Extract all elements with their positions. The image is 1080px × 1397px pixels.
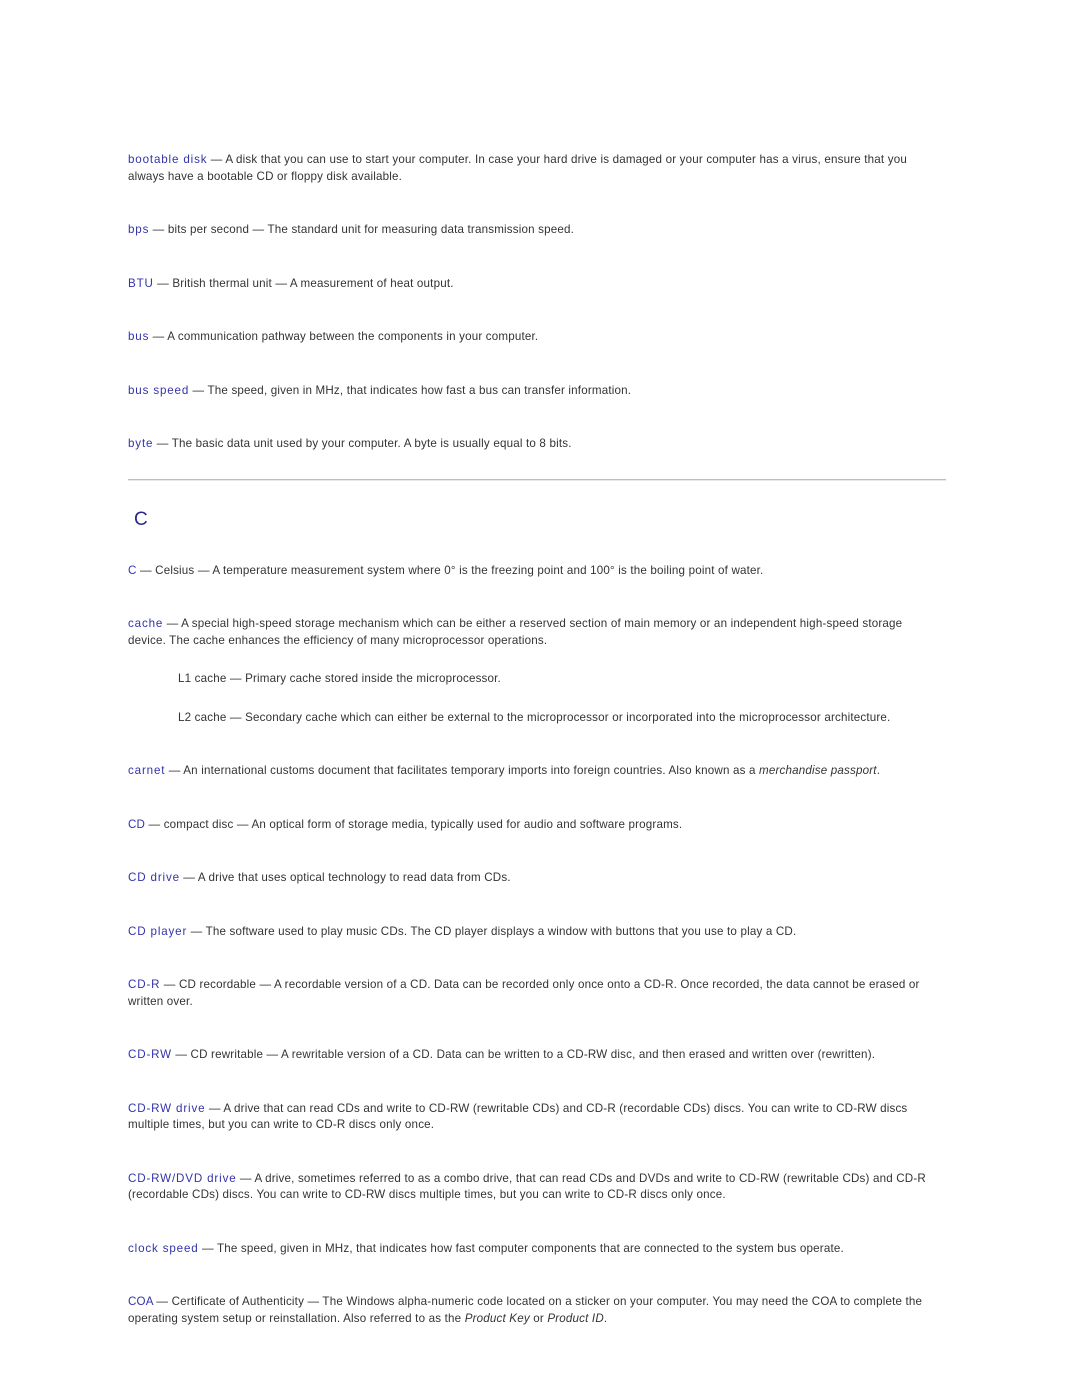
glossary-definition: The software used to play music CDs. The… — [205, 924, 797, 938]
glossary-term: carnet — [128, 764, 166, 777]
glossary-dash: — — [207, 153, 226, 166]
glossary-term: CD-RW/DVD drive — [128, 1171, 237, 1185]
glossary-definition-tail: . — [876, 764, 881, 777]
glossary-entry-bus: bus — A communication pathway between th… — [128, 329, 932, 346]
glossary-dash: — — [205, 1101, 224, 1115]
glossary-sub-entry-l2-cache: L2 cache — Secondary cache which can eit… — [178, 710, 891, 724]
glossary-dash: — — [187, 924, 206, 938]
glossary-term: CD-RW drive — [128, 1101, 206, 1115]
glossary-term: clock speed — [128, 1241, 199, 1255]
glossary-entry-cache: cache — A special high-speed storage mec… — [128, 616, 932, 649]
glossary-definition: compact disc — An optical form of storag… — [163, 817, 683, 831]
glossary-term: CD-RW — [128, 1048, 172, 1061]
glossary-term: CD drive — [128, 871, 180, 884]
glossary-italic-phrase: merchandise passport — [759, 764, 877, 777]
glossary-dash: — — [149, 330, 168, 343]
glossary-term: CD — [128, 817, 146, 831]
glossary-entry-cd-rw: CD-RW — CD rewritable — A rewritable ver… — [128, 1047, 932, 1064]
glossary-term: cache — [128, 617, 164, 630]
glossary-entry-btu: BTU — British thermal unit — A measureme… — [128, 276, 932, 293]
glossary-entry-celsius: C — Celsius — A temperature measurement … — [128, 563, 932, 580]
glossary-definition: bits per second — The standard unit for … — [167, 223, 575, 236]
glossary-term: C — [128, 563, 137, 577]
glossary-dash: — — [145, 817, 164, 831]
glossary-sub-entry-l1-cache: L1 cache — Primary cache stored inside t… — [178, 672, 501, 685]
glossary-definition: Celsius — A temperature measurement syst… — [155, 563, 764, 577]
glossary-dash: — — [179, 871, 198, 884]
glossary-dash: — — [153, 437, 172, 450]
glossary-dash: — — [136, 563, 156, 577]
glossary-term: bus speed — [128, 383, 190, 397]
glossary-definition-middle: or — [529, 1311, 548, 1325]
glossary-dash: — — [153, 276, 173, 290]
glossary-definition-tail: . — [603, 1311, 608, 1325]
glossary-dash: — — [189, 383, 208, 397]
glossary-term: COA — [128, 1295, 154, 1308]
glossary-entry-coa: COA — Certificate of Authenticity — The … — [128, 1294, 932, 1327]
glossary-entry-bootable-disk: bootable disk — A disk that you can use … — [128, 152, 932, 185]
glossary-definition: An international customs document that f… — [183, 764, 760, 777]
glossary-entry-byte: byte — The basic data unit used by your … — [128, 436, 932, 453]
glossary-italic-phrase-product-id: Product ID — [547, 1311, 604, 1325]
glossary-dash: — — [236, 1171, 255, 1185]
cache-sub-entries: L1 cache — Primary cache stored inside t… — [128, 671, 932, 726]
glossary-term: bps — [128, 223, 150, 236]
glossary-entry-bus-speed: bus speed — The speed, given in MHz, tha… — [128, 383, 932, 400]
glossary-term: byte — [128, 437, 154, 450]
glossary-term: bootable disk — [128, 153, 208, 166]
glossary-definition: British thermal unit — A measurement of … — [172, 276, 454, 290]
glossary-definition: CD rewritable — A rewritable version of … — [190, 1048, 876, 1061]
glossary-entry-bps: bps — bits per second — The standard uni… — [128, 222, 932, 239]
glossary-dash: — — [171, 1048, 191, 1061]
section-divider — [128, 478, 946, 481]
glossary-definition: The basic data unit used by your compute… — [171, 437, 572, 450]
glossary-entry-cd-drive: CD drive — A drive that uses optical tec… — [128, 870, 932, 887]
glossary-dash: — — [163, 617, 182, 630]
glossary-dash: — — [153, 1295, 172, 1308]
glossary-term: CD-R — [128, 978, 161, 991]
glossary-definition: The speed, given in MHz, that indicates … — [207, 383, 632, 397]
glossary-entry-cd: CD — compact disc — An optical form of s… — [128, 817, 932, 834]
glossary-definition: A drive that can read CDs and write to C… — [128, 1101, 908, 1132]
glossary-term: bus — [128, 330, 150, 343]
glossary-definition: A drive that uses optical technology to … — [197, 871, 511, 884]
glossary-term: BTU — [128, 276, 154, 290]
glossary-dash: — — [160, 978, 179, 991]
glossary-italic-phrase-product-key: Product Key — [464, 1311, 530, 1325]
glossary-definition: A communication pathway between the comp… — [167, 330, 539, 343]
glossary-dash: — — [198, 1241, 217, 1255]
glossary-entry-cd-rw-drive: CD-RW drive — A drive that can read CDs … — [128, 1101, 932, 1134]
glossary-content: bootable disk — A disk that you can use … — [128, 152, 946, 1327]
glossary-definition: A disk that you can use to start your co… — [128, 153, 907, 183]
section-heading-c: C — [134, 508, 149, 530]
glossary-entry-clock-speed: clock speed — The speed, given in MHz, t… — [128, 1241, 932, 1258]
glossary-definition: The speed, given in MHz, that indicates … — [216, 1241, 844, 1255]
glossary-entry-carnet: carnet — An international customs docume… — [128, 763, 932, 780]
glossary-entry-cd-r: CD-R — CD recordable — A recordable vers… — [128, 977, 932, 1010]
glossary-definition: CD recordable — A recordable version of … — [128, 978, 920, 1008]
glossary-term: CD player — [128, 924, 188, 938]
glossary-page: bootable disk — A disk that you can use … — [0, 0, 1080, 1397]
glossary-entry-cd-rw-dvd-drive: CD-RW/DVD drive — A drive, sometimes ref… — [128, 1171, 932, 1204]
glossary-dash: — — [165, 764, 184, 777]
glossary-dash: — — [149, 223, 168, 236]
glossary-definition: A special high-speed storage mechanism w… — [128, 617, 903, 647]
glossary-entry-cd-player: CD player — The software used to play mu… — [128, 924, 932, 941]
